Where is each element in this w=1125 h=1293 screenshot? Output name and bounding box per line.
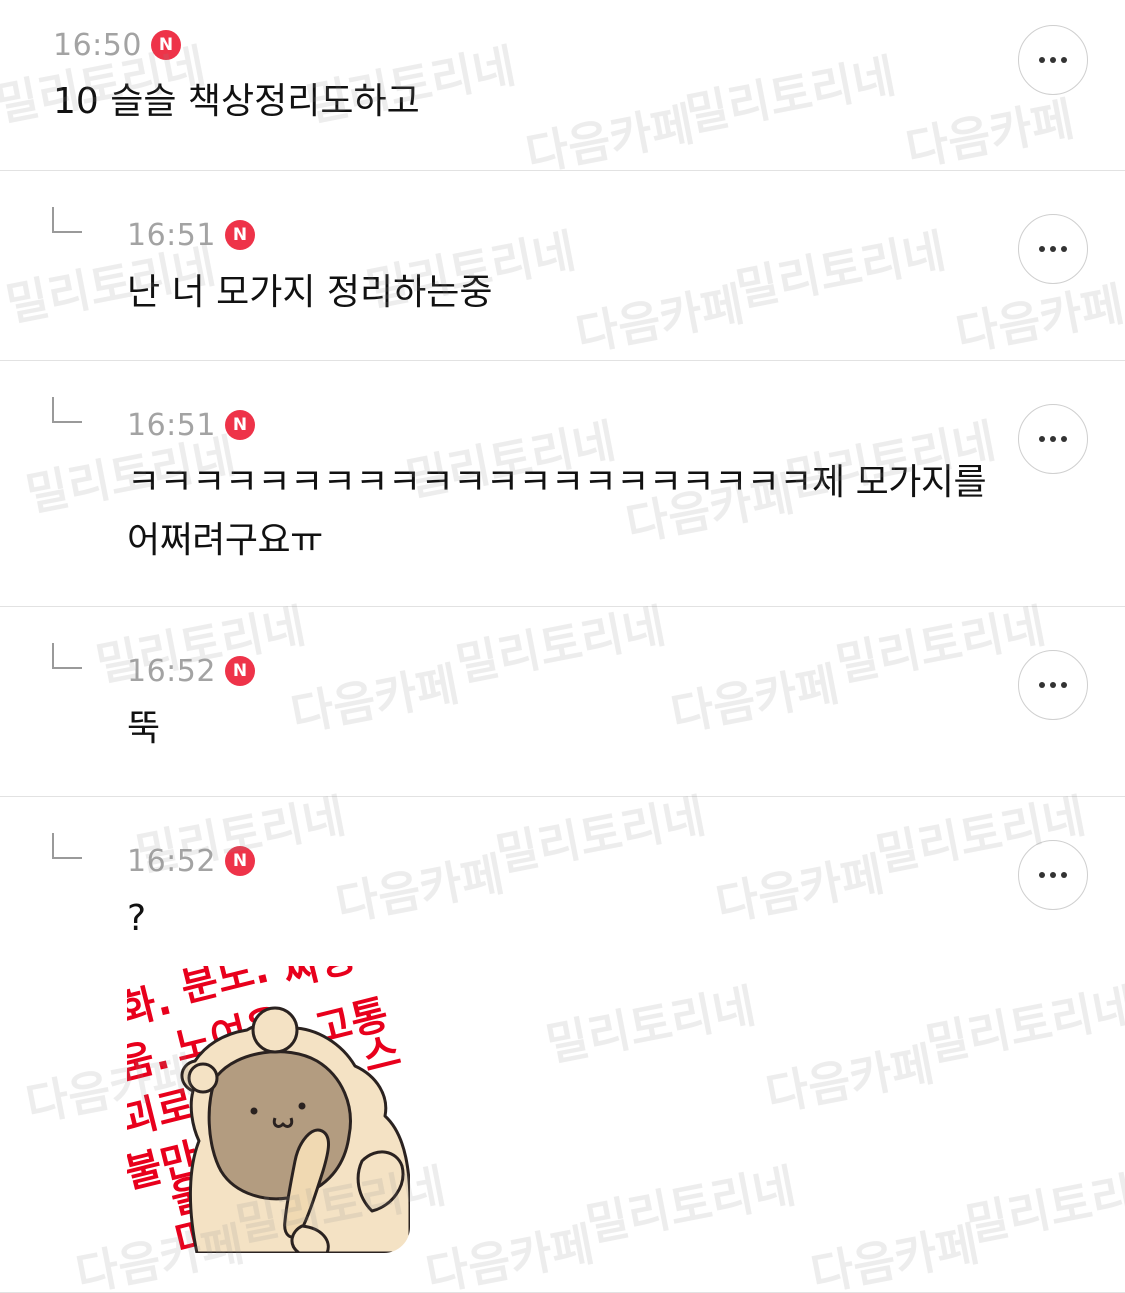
reply-item: 16:51 N ㅋㅋㅋㅋㅋㅋㅋㅋㅋㅋㅋㅋㅋㅋㅋㅋㅋㅋㅋㅋㅋ제 모가지를 어쩌려구…: [0, 361, 1125, 607]
reply-arrow-icon: [52, 207, 82, 233]
reply-arrow-icon: [52, 833, 82, 859]
more-horizontal-icon: [1039, 872, 1067, 878]
comment-text: 난 너 모가지 정리하는중: [127, 272, 493, 313]
new-badge: N: [224, 656, 255, 686]
new-badge: N: [224, 846, 255, 876]
comment-meta: 16:52 N: [127, 843, 255, 879]
new-badge: N: [224, 410, 255, 440]
comment-text: 10 슬슬 책상정리도하고: [53, 81, 420, 122]
more-horizontal-icon: [1039, 57, 1067, 63]
comment-text: ㅋㅋㅋㅋㅋㅋㅋㅋㅋㅋㅋㅋㅋㅋㅋㅋㅋㅋㅋㅋㅋ제 모가지를 어쩌려구요ㅠ: [127, 462, 998, 561]
more-horizontal-icon: [1039, 682, 1067, 688]
comment-text: ?: [127, 898, 147, 939]
comment-time: 16:50: [53, 27, 142, 63]
new-badge: N: [150, 30, 181, 60]
comment-time: 16:52: [127, 653, 216, 689]
more-options-button[interactable]: [1018, 404, 1088, 474]
comment-time: 16:51: [127, 407, 216, 443]
more-options-button[interactable]: [1018, 650, 1088, 720]
new-badge: N: [224, 220, 255, 250]
reply-item: 16:52 N 뚝: [0, 607, 1125, 797]
more-options-button[interactable]: [1018, 214, 1088, 284]
comment-time: 16:52: [127, 843, 216, 879]
comment-meta: 16:50 N: [53, 27, 181, 63]
bear-with-bat-sticker[interactable]: 화. 분노. 짜증 움. 노여움. 고통 괴로움 스 불만 울. 미움: [127, 966, 410, 1253]
comment-list: 16:50 N 10 슬슬 책상정리도하고 16:51 N 난 너 모가지 정리…: [0, 0, 1125, 1293]
more-options-button[interactable]: [1018, 840, 1088, 910]
reply-arrow-icon: [52, 643, 82, 669]
more-horizontal-icon: [1039, 246, 1067, 252]
reply-arrow-icon: [52, 397, 82, 423]
comment-text: 뚝: [127, 708, 161, 749]
comment-time: 16:51: [127, 217, 216, 253]
more-options-button[interactable]: [1018, 25, 1088, 95]
comment-item: 16:50 N 10 슬슬 책상정리도하고: [0, 0, 1125, 171]
comment-meta: 16:52 N: [127, 653, 255, 689]
more-horizontal-icon: [1039, 436, 1067, 442]
reply-item: 16:51 N 난 너 모가지 정리하는중: [0, 171, 1125, 361]
comment-meta: 16:51 N: [127, 217, 255, 253]
comment-meta: 16:51 N: [127, 407, 255, 443]
